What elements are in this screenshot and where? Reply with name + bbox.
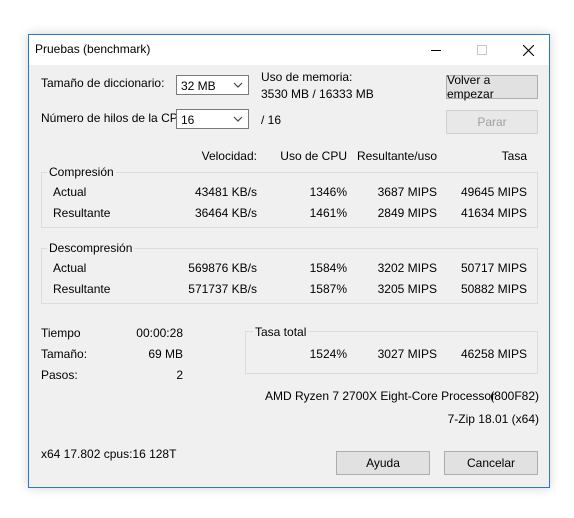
- rate-value: 49645 MIPS: [460, 185, 527, 199]
- total-rating-usage: 3027 MIPS: [377, 347, 437, 361]
- dictionary-size-select[interactable]: 32 MB: [176, 75, 249, 95]
- rating-usage-value: 2849 MIPS: [377, 206, 437, 220]
- rating-usage-value: 3687 MIPS: [377, 185, 437, 199]
- cpu-threads-label: Número de hilos de la CPU:: [41, 111, 190, 125]
- cpu-id: (800F82): [490, 389, 539, 403]
- cpu-threads-value: 16: [181, 113, 195, 127]
- rate-value: 50717 MIPS: [460, 261, 527, 275]
- cancel-button[interactable]: Cancelar: [444, 451, 538, 475]
- chevron-down-icon: [233, 116, 243, 122]
- memory-usage-label: Uso de memoria:: [261, 70, 353, 84]
- rate-value: 50882 MIPS: [460, 282, 527, 296]
- total-cpu-usage: 1524%: [309, 347, 347, 361]
- time-value: 00:00:28: [136, 326, 183, 340]
- cpu-usage-value: 1346%: [309, 185, 347, 199]
- minimize-button[interactable]: [413, 35, 459, 65]
- row-name: Resultante: [53, 282, 111, 296]
- speed-value: 36464 KB/s: [194, 206, 257, 220]
- passes-label: Pasos:: [41, 368, 78, 382]
- cpu-usage-value: 1461%: [309, 206, 347, 220]
- memory-usage-value: 3530 MB / 16333 MB: [261, 87, 374, 101]
- row-name: Actual: [53, 261, 87, 275]
- title-bar: Pruebas (benchmark): [29, 35, 549, 65]
- chevron-down-icon: [233, 82, 243, 88]
- total-rate: 46258 MIPS: [460, 347, 527, 361]
- system-info: x64 17.802 cpus:16 128T: [41, 447, 177, 461]
- restart-button[interactable]: Volver a empezar: [446, 73, 538, 101]
- help-button[interactable]: Ayuda: [336, 451, 430, 475]
- rate-value: 41634 MIPS: [460, 206, 527, 220]
- compression-label: Compresión: [47, 165, 116, 179]
- version-info: 7-Zip 18.01 (x64): [447, 412, 539, 426]
- passes-value: 2: [176, 368, 183, 382]
- minimize-icon: [431, 50, 441, 51]
- row-name: Actual: [53, 185, 87, 199]
- col-rate: Tasa: [501, 149, 527, 163]
- col-speed: Velocidad:: [201, 149, 257, 163]
- dictionary-size-label: Tamaño de diccionario:: [41, 76, 165, 90]
- dictionary-size-value: 32 MB: [181, 79, 216, 93]
- benchmark-dialog: Pruebas (benchmark) Tamaño de diccionari…: [28, 34, 550, 488]
- cpu-usage-value: 1587%: [309, 282, 347, 296]
- maximize-button: [459, 35, 505, 65]
- speed-value: 43481 KB/s: [194, 185, 257, 199]
- rating-usage-value: 3205 MIPS: [377, 282, 437, 296]
- stop-button[interactable]: Parar: [446, 110, 538, 134]
- cpu-usage-value: 1584%: [309, 261, 347, 275]
- maximize-icon: [477, 45, 487, 55]
- total-rating-label: Tasa total: [253, 325, 309, 339]
- size-value: 69 MB: [148, 347, 183, 361]
- size-label: Tamaño:: [41, 347, 88, 361]
- cpu-threads-select[interactable]: 16: [176, 109, 249, 129]
- row-name: Resultante: [53, 206, 111, 220]
- window-title: Pruebas (benchmark): [35, 42, 151, 56]
- speed-value: 571737 KB/s: [188, 282, 257, 296]
- decompression-label: Descompresión: [47, 241, 135, 255]
- cpu-threads-total: / 16: [261, 113, 282, 127]
- col-cpu-usage: Uso de CPU: [280, 149, 347, 163]
- time-label: Tiempo: [41, 326, 81, 340]
- close-icon: [522, 44, 534, 56]
- rating-usage-value: 3202 MIPS: [377, 261, 437, 275]
- close-button[interactable]: [505, 35, 551, 65]
- col-rating-usage: Resultante/uso: [356, 149, 437, 163]
- speed-value: 569876 KB/s: [188, 261, 257, 275]
